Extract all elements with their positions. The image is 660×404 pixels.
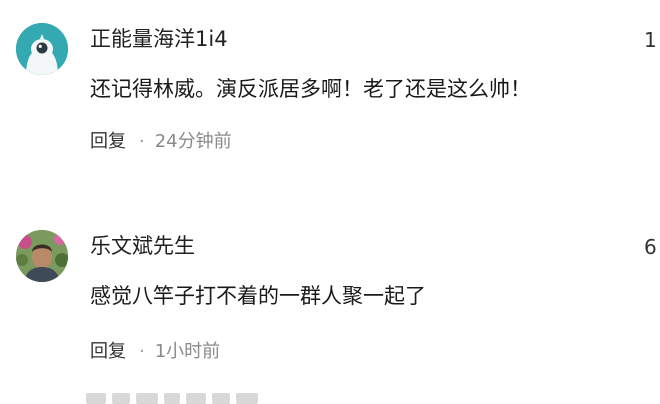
- comment-meta: 回复 · 24分钟前: [90, 130, 232, 154]
- next-comment-partial: [86, 393, 286, 404]
- username[interactable]: 乐文斌先生: [90, 232, 195, 260]
- comment-item: 正能量海洋1i4 1 还记得林威。演反派居多啊！老了还是这么帅！ 回复 · 24分钟…: [0, 0, 660, 190]
- reply-button[interactable]: 回复: [90, 341, 126, 362]
- username[interactable]: 正能量海洋1i4: [90, 25, 228, 53]
- avatar[interactable]: [16, 230, 68, 282]
- reply-button[interactable]: 回复: [90, 131, 126, 152]
- timestamp: 24分钟前: [154, 131, 232, 152]
- separator-dot: ·: [139, 131, 145, 152]
- like-count[interactable]: 6: [644, 233, 657, 261]
- comment-text: 还记得林威。演反派居多啊！老了还是这么帅！: [90, 77, 531, 101]
- teal-cartoon-avatar-icon: [16, 23, 68, 75]
- comment-meta: 回复 · 1小时前: [90, 340, 220, 364]
- separator-dot: ·: [139, 341, 145, 362]
- photo-avatar: [16, 230, 68, 282]
- comment-text: 感觉八竿子打不着的一群人聚一起了: [90, 284, 426, 308]
- comment-item: 乐文斌先生 6 感觉八竿子打不着的一群人聚一起了 回复 · 1小时前: [0, 190, 660, 390]
- avatar[interactable]: [16, 23, 68, 75]
- timestamp: 1小时前: [154, 341, 221, 362]
- like-count[interactable]: 1: [644, 26, 657, 54]
